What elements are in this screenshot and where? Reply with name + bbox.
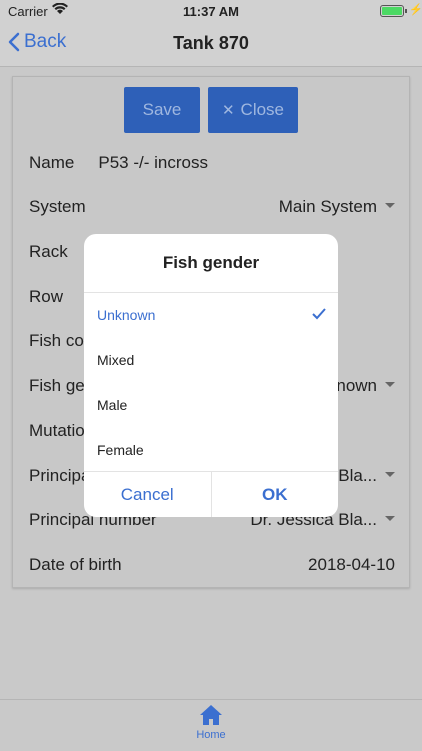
option-male[interactable]: Male bbox=[84, 383, 338, 428]
dialog-title: Fish gender bbox=[84, 234, 338, 293]
ok-button[interactable]: OK bbox=[212, 472, 339, 517]
checkmark-icon bbox=[312, 293, 326, 338]
option-label: Mixed bbox=[97, 352, 135, 368]
option-female[interactable]: Female bbox=[84, 428, 338, 473]
option-mixed[interactable]: Mixed bbox=[84, 338, 338, 383]
cancel-button[interactable]: Cancel bbox=[84, 472, 212, 517]
option-label: Male bbox=[97, 397, 128, 413]
option-label: Unknown bbox=[97, 307, 156, 323]
dialog-actions: Cancel OK bbox=[84, 471, 338, 517]
fish-gender-dialog: Fish gender Unknown Mixed Male Female Ca… bbox=[84, 234, 338, 517]
option-unknown[interactable]: Unknown bbox=[84, 293, 338, 338]
option-label: Female bbox=[97, 442, 144, 458]
